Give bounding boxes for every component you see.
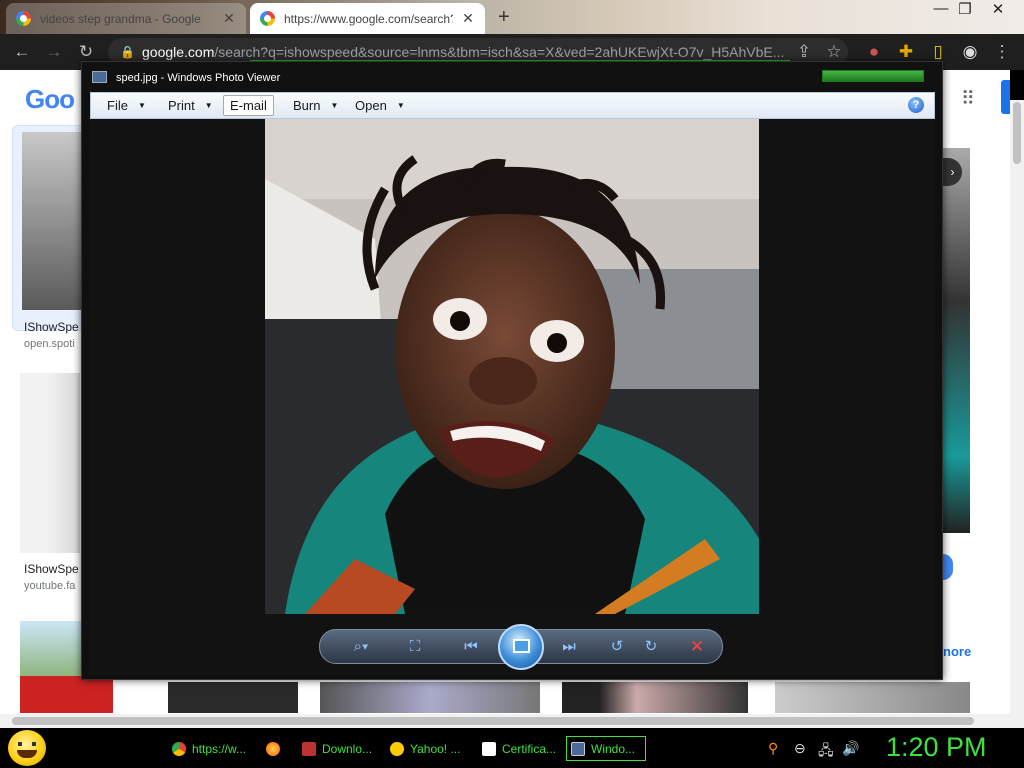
menu-burn[interactable]: Burn ▼ — [293, 98, 338, 113]
tab-google-search-active[interactable]: https://www.google.com/search? ✕ — [250, 3, 485, 34]
new-tab-button[interactable]: + — [498, 6, 510, 29]
taskbar: https://w... Downlo... Yahoo! ... Certif… — [0, 728, 1024, 768]
firefox-icon — [266, 741, 280, 756]
result-thumbnail[interactable] — [562, 682, 748, 713]
chrome-icon — [172, 741, 186, 756]
next-icon[interactable]: ⏭ — [558, 637, 580, 657]
downloads-icon — [302, 741, 316, 756]
displayed-photo — [265, 119, 759, 614]
photo-viewer-window: sped.jpg - Windows Photo Viewer File ▼ Pr… — [81, 61, 943, 680]
taskbar-item-photo-viewer[interactable]: Windo... — [566, 736, 646, 761]
window-title: sped.jpg - Windows Photo Viewer — [116, 72, 281, 84]
result-thumbnail[interactable] — [20, 373, 80, 553]
tab-close-icon[interactable]: ✕ — [222, 10, 236, 27]
more-link[interactable]: nore — [943, 644, 971, 659]
search-icon[interactable]: ⚲ — [768, 740, 778, 757]
previous-icon[interactable]: ⏮ — [460, 637, 482, 657]
actual-size-icon[interactable]: ⛶ — [404, 637, 426, 657]
tab-title: https://www.google.com/search? — [284, 11, 453, 26]
slideshow-icon — [513, 639, 530, 653]
menu-kebab-icon[interactable]: ⋮ — [990, 40, 1014, 64]
google-favicon-icon — [260, 11, 275, 26]
url-path: /search?q=ishowspeed&source=lnms&tbm=isc… — [214, 44, 785, 60]
menu-open[interactable]: Open ▼ — [355, 98, 405, 113]
rotate-clockwise-icon[interactable]: ↻ — [640, 637, 662, 657]
sign-in-button[interactable] — [1001, 80, 1010, 114]
result-thumbnail[interactable] — [775, 682, 970, 713]
menu-email[interactable]: E-mail — [223, 95, 274, 116]
result-source[interactable]: youtube.fa — [24, 580, 75, 592]
preview-panel-image[interactable] — [943, 148, 970, 533]
dropdown-arrow-icon: ▼ — [137, 101, 146, 110]
zoom-icon[interactable]: ⌕▾ — [346, 637, 376, 657]
photo-display-area: ⌕▾ ⛶ ⏮ ⏭ ↺ ↻ ✕ — [90, 119, 935, 675]
menu-print[interactable]: Print ▼ — [168, 98, 213, 113]
horizontal-scrollbar[interactable] — [0, 714, 1024, 728]
photo-viewer-icon — [571, 741, 585, 756]
status-icon[interactable]: ⊖ — [794, 740, 806, 757]
maximize-button[interactable]: ❐ — [950, 0, 980, 18]
google-apps-icon[interactable]: ⠿ — [961, 88, 975, 111]
document-icon — [482, 741, 496, 756]
tab-title: videos step grandma - Google — [40, 11, 201, 26]
google-favicon-icon — [16, 11, 31, 26]
taskbar-item-firefox[interactable] — [266, 736, 288, 761]
dropdown-arrow-icon: ▼ — [204, 101, 213, 110]
result-thumbnail[interactable] — [22, 132, 82, 310]
taskbar-item-downloads[interactable]: Downlo... — [302, 736, 376, 761]
browser-tab-strip: videos step grandma - Google ✕ https://w… — [0, 0, 1024, 34]
dropdown-arrow-icon: ▼ — [330, 101, 339, 110]
photo-viewer-titlebar[interactable]: sped.jpg - Windows Photo Viewer — [82, 62, 942, 92]
start-button-smiley-icon[interactable] — [8, 730, 46, 766]
help-icon[interactable]: ? — [908, 97, 924, 113]
taskbar-item-certificate[interactable]: Certifica... — [482, 736, 560, 761]
result-caption[interactable]: IShowSpe — [24, 320, 79, 334]
url-domain: google.com — [142, 44, 215, 60]
photo-viewer-menubar: File ▼ Print ▼ E-mail Burn ▼ Open ▼ ? — [90, 92, 935, 119]
menu-file[interactable]: File ▼ — [107, 98, 146, 113]
tab-google-search-grandma[interactable]: videos step grandma - Google ✕ — [6, 3, 246, 34]
slideshow-button[interactable] — [498, 624, 544, 670]
result-source[interactable]: open.spoti — [24, 338, 75, 350]
result-thumbnail[interactable] — [320, 682, 540, 713]
yahoo-smiley-icon — [390, 741, 404, 756]
tab-close-icon[interactable]: ✕ — [461, 10, 475, 27]
network-icon[interactable]: 🖧 — [818, 740, 834, 764]
result-thumbnail[interactable] — [168, 682, 298, 713]
taskbar-item-chrome[interactable]: https://w... — [172, 736, 252, 761]
photo-viewer-app-icon — [92, 71, 107, 83]
google-logo[interactable]: Goo — [25, 84, 75, 115]
close-window-button[interactable]: ✕ — [983, 0, 1013, 18]
vertical-scrollbar[interactable] — [1010, 100, 1024, 715]
rotate-counterclockwise-icon[interactable]: ↺ — [606, 637, 628, 657]
forward-button[interactable]: → — [42, 40, 66, 64]
window-control-buttons[interactable] — [822, 70, 924, 82]
photo-viewer-toolbar: ⌕▾ ⛶ ⏮ ⏭ ↺ ↻ ✕ — [319, 624, 723, 670]
volume-icon[interactable]: 🔊 — [842, 740, 859, 757]
preview-action-button[interactable] — [943, 554, 953, 580]
profile-avatar-icon[interactable]: ◉ — [958, 40, 982, 64]
taskbar-item-yahoo[interactable]: Yahoo! ... — [390, 736, 464, 761]
result-caption[interactable]: IShowSpe — [24, 562, 79, 576]
taskbar-clock[interactable]: 1:20 PM — [886, 732, 987, 763]
back-button[interactable]: ← — [10, 40, 34, 64]
dropdown-arrow-icon: ▼ — [396, 101, 405, 110]
delete-icon[interactable]: ✕ — [686, 637, 708, 657]
